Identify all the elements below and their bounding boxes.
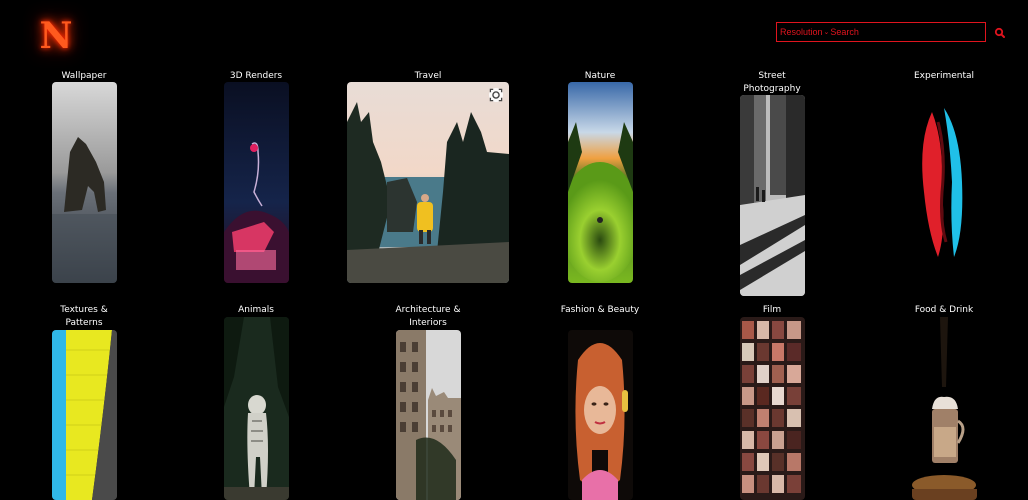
category-thumb-wallpaper[interactable] — [52, 82, 117, 283]
category-label-food-drink: Food & Drink — [914, 305, 974, 315]
category-label-architecture-interiors: Architecture & Interiors — [395, 305, 461, 328]
expand-icon — [489, 88, 503, 102]
category-label-animals: Animals — [238, 305, 274, 315]
resolution-select[interactable]: Resolution ⌄ — [780, 27, 829, 37]
category-label-fashion-beauty: Fashion & Beauty — [560, 305, 640, 315]
category-thumb-fashion-beauty[interactable] — [568, 330, 633, 500]
category-label-street-photography: Street Photography — [743, 71, 801, 94]
category-thumb-architecture-interiors[interactable] — [396, 330, 461, 500]
page: N Resolution ⌄ Wallpaper — [0, 0, 1028, 500]
category-thumb-animals[interactable] — [224, 317, 289, 500]
category-thumb-nature[interactable] — [568, 82, 633, 283]
category-thumb-film[interactable] — [740, 317, 805, 500]
category-thumb-street-photography[interactable] — [740, 95, 805, 296]
category-thumb-experimental[interactable] — [912, 82, 977, 283]
category-thumb-3d-renders[interactable] — [224, 82, 289, 283]
category-thumb-travel[interactable] — [347, 82, 509, 283]
resolution-label: Resolution — [780, 27, 823, 37]
search-icon — [994, 27, 1005, 38]
category-label-textures-patterns: Textures & Patterns — [60, 305, 108, 328]
category-thumb-food-drink[interactable] — [912, 317, 977, 500]
search-bar: Resolution ⌄ — [776, 22, 986, 42]
category-thumb-textures-patterns[interactable] — [52, 330, 117, 500]
zoom-icon[interactable] — [489, 88, 503, 102]
category-label-film: Film — [762, 305, 782, 315]
search-button[interactable] — [993, 25, 1007, 39]
logo[interactable]: N — [36, 16, 76, 56]
search-input[interactable] — [829, 24, 982, 40]
